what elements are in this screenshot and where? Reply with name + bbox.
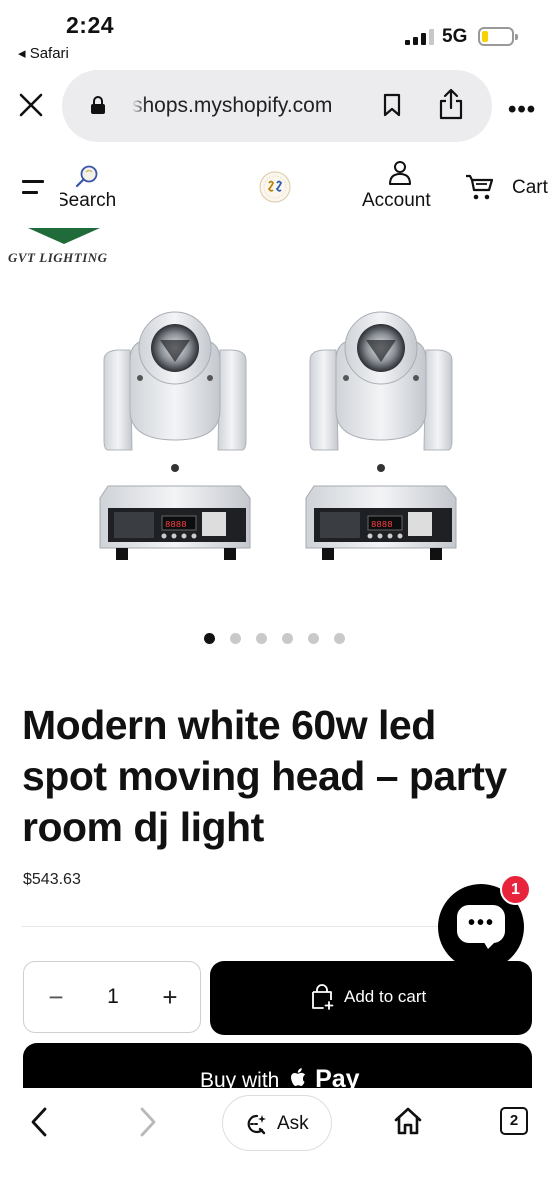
product-price: $543.63 (23, 871, 81, 888)
search-icon[interactable] (74, 164, 100, 190)
ask-sparkle-icon (247, 1114, 266, 1135)
gallery-dot[interactable] (282, 633, 293, 644)
back-icon[interactable] (28, 1106, 50, 1138)
product-title: Modern white 60w led spot moving head – … (22, 702, 507, 850)
quantity-input[interactable]: 1 (98, 982, 128, 1012)
svg-text:8888: 8888 (371, 520, 393, 530)
forward-icon[interactable] (137, 1106, 159, 1138)
product-image[interactable]: 8888 8888 (90, 300, 480, 580)
cart-label[interactable]: Cart (512, 177, 548, 199)
back-to-safari-link[interactable]: ◂ Safari (18, 44, 69, 62)
home-icon[interactable] (393, 1106, 423, 1136)
signal-icon (405, 29, 435, 45)
divider (22, 926, 442, 927)
chat-notification-badge: 1 (500, 874, 531, 905)
menu-icon[interactable] (22, 180, 44, 196)
lock-icon (91, 96, 105, 114)
svg-text:8888: 8888 (165, 520, 187, 530)
status-bar: 2:24 ◂ Safari 5G (0, 0, 555, 66)
store-logo-icon[interactable] (258, 170, 292, 204)
ask-button[interactable]: Ask (222, 1095, 332, 1151)
search-label[interactable]: Search (60, 190, 120, 212)
tabs-button[interactable]: 2 (500, 1107, 528, 1135)
ask-label: Ask (277, 1113, 309, 1134)
address-bar[interactable]: shops.myshopify.com (62, 70, 492, 142)
cart-icon[interactable] (465, 172, 495, 202)
network-label: 5G (442, 26, 468, 47)
gallery-dot[interactable] (204, 633, 215, 644)
brand-logo: GVT LIGHTING (0, 228, 140, 273)
gallery-pagination (204, 633, 354, 645)
add-to-cart-button[interactable]: Add to cart (210, 961, 532, 1035)
quantity-decrease-button[interactable]: − (44, 982, 68, 1012)
moving-head-light-left: 8888 (99, 311, 251, 560)
quantity-stepper: − 1 + (23, 961, 201, 1033)
more-icon[interactable]: ••• (508, 96, 538, 123)
gallery-dot[interactable] (256, 633, 267, 644)
gallery-dot[interactable] (230, 633, 241, 644)
add-to-cart-label: Add to cart (344, 987, 427, 1006)
account-label[interactable]: Account (362, 190, 431, 212)
moving-head-light-right: 8888 (305, 311, 457, 560)
url-text[interactable]: shops.myshopify.com (132, 94, 357, 118)
battery-icon (478, 27, 518, 46)
gallery-dot[interactable] (334, 633, 345, 644)
browser-toolbar: Ask 2 (0, 1088, 555, 1200)
brand-name: GVT LIGHTING (8, 250, 108, 265)
status-time: 2:24 (66, 12, 115, 38)
close-icon[interactable] (16, 90, 46, 120)
share-icon[interactable] (438, 88, 464, 120)
quantity-increase-button[interactable]: + (158, 982, 182, 1012)
account-icon[interactable] (388, 160, 412, 186)
shopping-bag-add-icon (312, 984, 334, 1010)
bookmark-icon[interactable] (382, 93, 402, 117)
gallery-dot[interactable] (308, 633, 319, 644)
brand-mark (28, 228, 100, 244)
